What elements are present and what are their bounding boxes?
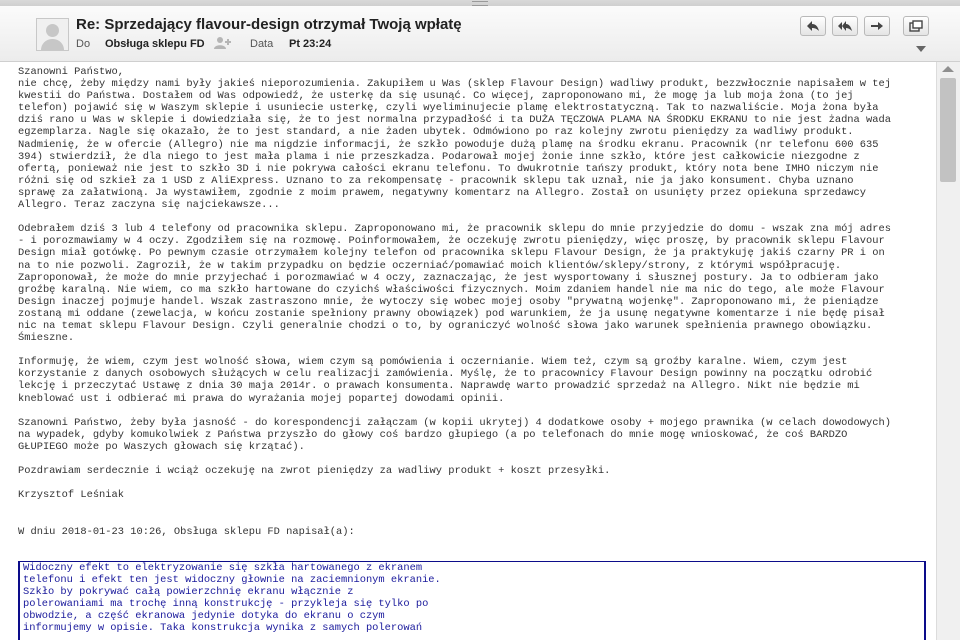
message-line	[18, 501, 928, 513]
message-line: egzemplarza. Nagle się okazało, że to je…	[18, 126, 854, 139]
reply-all-icon	[838, 21, 852, 31]
message-line: dziś rano u Was w sklepie i dowiedziała …	[18, 114, 891, 127]
message-line: zostaną mi oddane (zewelacja, w końcu zo…	[18, 307, 885, 320]
forward-button[interactable]	[864, 16, 890, 36]
message-body: Szanowni Państwo, nie chcę, żeby między n…	[0, 62, 936, 640]
to-label: Do	[76, 38, 91, 50]
reply-button[interactable]	[800, 16, 826, 36]
date-label: Data	[250, 38, 274, 50]
avatar	[36, 18, 69, 51]
message-line: na to nie pozwoli. Zagroził, że w takim …	[18, 259, 842, 272]
message-line: Design inaczej pojmuje handel. Wszak zas…	[18, 295, 879, 308]
message-line	[18, 513, 928, 525]
quote-line: Widoczny efekt to elektryzowanie się szk…	[23, 562, 423, 574]
reply-all-button[interactable]	[832, 16, 858, 36]
quote-line: Szkło by pokrywać całą powierzchnię ekra…	[23, 586, 354, 599]
message-line: Szanowni Państwo, żeby była jasność - do…	[18, 416, 891, 429]
message-line: sprawę za załatwioną. Ja wystawiłem, zgo…	[18, 186, 867, 199]
message-line: Informuję, że wiem, czym jest wolność sł…	[18, 356, 848, 369]
message-line: korzystanie z danych osobowych służących…	[18, 368, 873, 381]
new-window-icon	[909, 20, 923, 32]
quote-line: telefonu i efekt ten jest widoczny głown…	[23, 574, 441, 587]
sender-name[interactable]: Obsługa sklepu FD	[105, 38, 205, 50]
reply-icon	[807, 21, 819, 31]
message-line	[18, 405, 928, 417]
message-line: kwestii do Państwa. Dostałem od Was odpo…	[18, 90, 854, 103]
message-text: Szanowni Państwo, nie chcę, żeby między n…	[18, 66, 928, 538]
message-line	[18, 453, 928, 465]
message-line: W dniu 2018-01-23 10:26, Obsługa sklepu …	[18, 525, 355, 538]
message-date: Pt 23:24	[289, 38, 332, 50]
message-line: kneblować ust i odbierać mi prawa do wyr…	[18, 392, 505, 405]
message-line: Krzysztof Leśniak	[18, 489, 125, 502]
forward-icon	[871, 22, 883, 30]
message-line	[18, 211, 928, 223]
message-line: Design miał gotówkę. Po pewnym czasie ot…	[18, 247, 885, 260]
message-line: groźbę karalną. Nie wiem, co ma szkło ha…	[18, 283, 885, 296]
message-line: Nadmienię, że w ofercie (Allegro) nie ma…	[18, 138, 879, 151]
message-subject: Re: Sprzedający flavour-design otrzymał …	[76, 16, 462, 33]
message-line: - i porozmawiamy w 4 oczy. Zgodziłem się…	[18, 235, 885, 248]
message-line: Zaproponował, że może do mnie przyjechać…	[18, 271, 879, 284]
open-new-window-button[interactable]	[903, 16, 929, 36]
add-contact-icon[interactable]	[214, 36, 232, 50]
message-line: Śmieszne.	[18, 332, 75, 345]
quoted-message: Widoczny efekt to elektryzowanie się szk…	[18, 561, 926, 640]
message-line: na wypadek, gdyby komukolwiek z Państwa …	[18, 428, 848, 441]
message-line: nie chcę, żeby między nami były jakieś n…	[18, 78, 891, 91]
message-line: ofertą, ponieważ nie jest to szkło 3D i …	[18, 162, 879, 175]
quote-line: informujemy w opisie. Taka konstrukcja w…	[23, 622, 423, 635]
message-line: telefon) pojawić się w Waszym sklepie i …	[18, 102, 879, 115]
message-line: Odebrałem dziś 3 lub 4 telefony od praco…	[18, 223, 891, 236]
message-line: nic na temat sklepu Flavour Design. Czyl…	[18, 319, 873, 332]
message-line	[18, 477, 928, 489]
message-line: 394) stwierdził, że dla niego to jest ma…	[18, 150, 860, 163]
message-line: różni się od szkieł za 1 USD z AliExpres…	[18, 174, 854, 187]
quote-line: polerowaniami ma trochę inną konstrukcję…	[23, 598, 429, 611]
scroll-up-arrow-icon[interactable]	[942, 65, 954, 73]
message-line: Allegro. Teraz zaczyna się najciekawsze.…	[18, 199, 280, 212]
message-line	[18, 344, 928, 356]
message-line: Pozdrawiam serdecznie i wciąż oczekuję n…	[18, 465, 611, 478]
message-line: lekcję i przeczytać Ustawę z dnia 30 maj…	[18, 380, 860, 393]
message-line: GŁUPIEGO może po Waszych głowach się krz…	[18, 440, 305, 453]
chevron-down-icon[interactable]	[916, 46, 926, 53]
vertical-scrollbar[interactable]	[936, 62, 960, 640]
scrollbar-thumb[interactable]	[940, 78, 956, 182]
message-line: Szanowni Państwo,	[18, 66, 125, 78]
quote-line: obwodzie, a część ekranowa jedynie dotyk…	[23, 610, 385, 623]
message-header: Re: Sprzedający flavour-design otrzymał …	[0, 6, 960, 62]
